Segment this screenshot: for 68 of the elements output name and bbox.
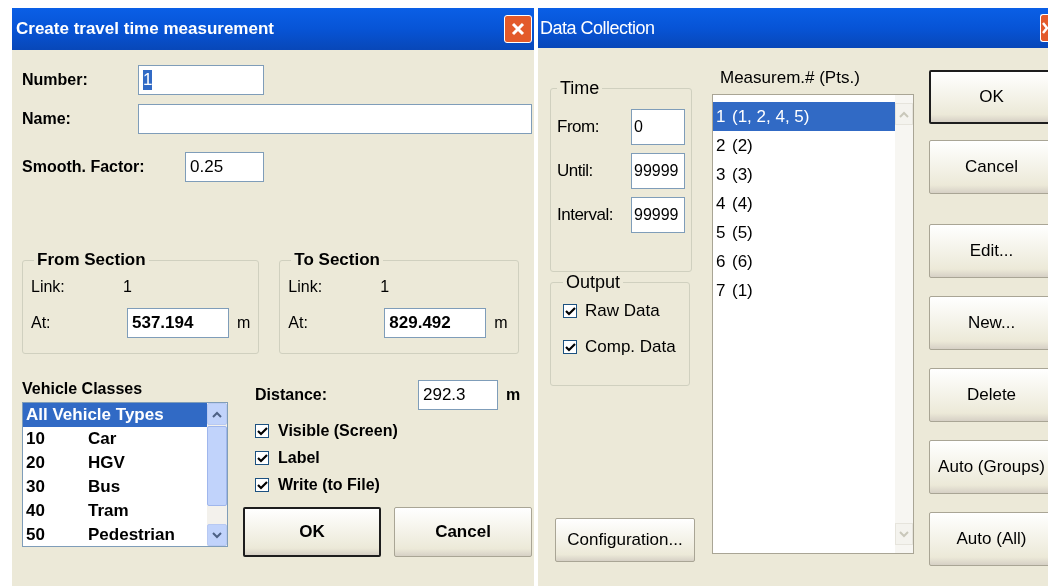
group-title: To Section [293, 250, 381, 270]
dialog-button[interactable]: Auto (All) [929, 512, 1048, 566]
list-item[interactable]: All Vehicle Types [23, 403, 207, 427]
dialog-button[interactable]: OK [929, 70, 1048, 124]
group-title: Output [565, 272, 622, 293]
dialog-button[interactable]: Edit... [929, 224, 1048, 278]
list-item[interactable]: 1 (1, 2, 4, 5) [713, 102, 895, 131]
list-item[interactable]: 4 (4) [713, 189, 895, 218]
link-value: 1 [123, 278, 132, 296]
field-label: At: [31, 314, 52, 332]
list-item[interactable]: 2 (2) [713, 131, 895, 160]
checkbox-label[interactable]: Raw Data [585, 301, 660, 321]
field-value: 99999 [634, 162, 679, 180]
input-field[interactable]: 292.3 [418, 380, 498, 410]
window-title: Data Collection [540, 17, 655, 39]
input-field[interactable]: 99999 [631, 197, 685, 233]
list-item[interactable]: 5 (5) [713, 218, 895, 247]
list-item[interactable]: 3 (3) [713, 160, 895, 189]
checkbox-label[interactable]: Label [278, 449, 320, 467]
list-item[interactable]: 40 Tram [23, 499, 207, 523]
checkbox-label[interactable]: Visible (Screen) [278, 422, 398, 440]
field-label: At: [288, 314, 309, 332]
configuration-button[interactable]: Configuration... [555, 518, 695, 562]
group-title: Time [559, 78, 601, 99]
field-label: Distance: [255, 386, 329, 404]
list-item[interactable]: 7 (1) [713, 276, 895, 305]
field-label: Until: [557, 161, 594, 181]
unit-label: m [237, 314, 251, 332]
list-label: Measurem.# (Pts.) [720, 68, 861, 88]
list-item[interactable]: 10 Car [23, 427, 207, 451]
list-label: Vehicle Classes [22, 380, 144, 398]
input-field[interactable]: 537.194 [127, 308, 229, 338]
field-value: 1 [143, 70, 153, 90]
field-value: 829.492 [389, 313, 451, 333]
unit-label: m [494, 314, 508, 332]
checkbox-label[interactable]: Write (to File) [278, 476, 380, 494]
field-value: 99999 [634, 206, 679, 224]
group-title: From Section [36, 250, 147, 270]
list-item[interactable]: 50 Pedestrian [23, 523, 207, 547]
input-field[interactable]: 1 [138, 65, 264, 95]
input-field[interactable]: 99999 [631, 153, 685, 189]
link-value: 1 [380, 278, 390, 296]
field-label: Link: [288, 278, 324, 296]
list-item[interactable]: 30 Bus [23, 475, 207, 499]
list-item[interactable]: 6 (6) [713, 247, 895, 276]
unit-label: m [506, 386, 521, 404]
field-value: 0 [634, 118, 643, 136]
checkbox-label[interactable]: Comp. Data [585, 337, 676, 357]
window-title: Create travel time measurement [16, 19, 274, 39]
field-value: 292.3 [423, 385, 466, 405]
dialog-button[interactable]: Auto (Groups) [929, 440, 1048, 494]
input-field[interactable]: 829.492 [384, 308, 487, 338]
field-label: Name: [22, 110, 72, 128]
dialog-button[interactable]: Cancel [394, 507, 532, 557]
input-field[interactable]: 0.25 [185, 152, 264, 182]
field-label: Link: [31, 278, 66, 296]
field-value: 0.25 [190, 157, 224, 177]
field-label: Interval: [557, 205, 614, 225]
dialog-button[interactable]: Delete [929, 368, 1048, 422]
field-value: 537.194 [132, 313, 194, 333]
dialog-button[interactable]: New... [929, 296, 1048, 350]
field-label: Smooth. Factor: [22, 158, 146, 176]
field-label: Number: [22, 71, 89, 89]
dialog-button[interactable]: OK [243, 507, 381, 557]
dialog-button[interactable]: Cancel [929, 140, 1048, 194]
list-item[interactable]: 20 HGV [23, 451, 207, 475]
field-label: From: [557, 117, 600, 137]
input-field[interactable]: 0 [631, 109, 685, 145]
